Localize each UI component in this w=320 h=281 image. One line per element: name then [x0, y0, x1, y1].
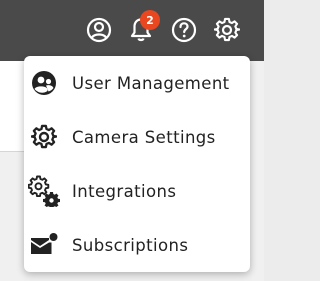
menu-item-label: Integrations: [72, 181, 177, 201]
menu-item-label: User Management: [72, 73, 230, 93]
mail-notification-icon: [28, 229, 60, 261]
menu-item-camera-settings[interactable]: Camera Settings: [24, 110, 250, 164]
notification-badge: 2: [140, 10, 160, 30]
menu-item-label: Subscriptions: [72, 235, 189, 255]
background-panel: [0, 61, 24, 151]
user-management-icon: [28, 67, 60, 99]
gear-icon[interactable]: [212, 15, 242, 45]
menu-item-integrations[interactable]: Integrations: [24, 164, 250, 218]
gear-icon: [28, 121, 60, 153]
background-right-edge: [252, 61, 264, 281]
settings-dropdown-menu: User Management Camera Settings Integrat…: [24, 56, 250, 272]
help-circle-icon[interactable]: [169, 15, 199, 45]
menu-item-label: Camera Settings: [72, 127, 216, 147]
menu-item-subscriptions[interactable]: Subscriptions: [24, 218, 250, 272]
gears-icon: [28, 175, 60, 207]
account-circle-icon[interactable]: [84, 15, 114, 45]
background-panel-lower: [0, 152, 24, 281]
menu-item-user-management[interactable]: User Management: [24, 56, 250, 110]
